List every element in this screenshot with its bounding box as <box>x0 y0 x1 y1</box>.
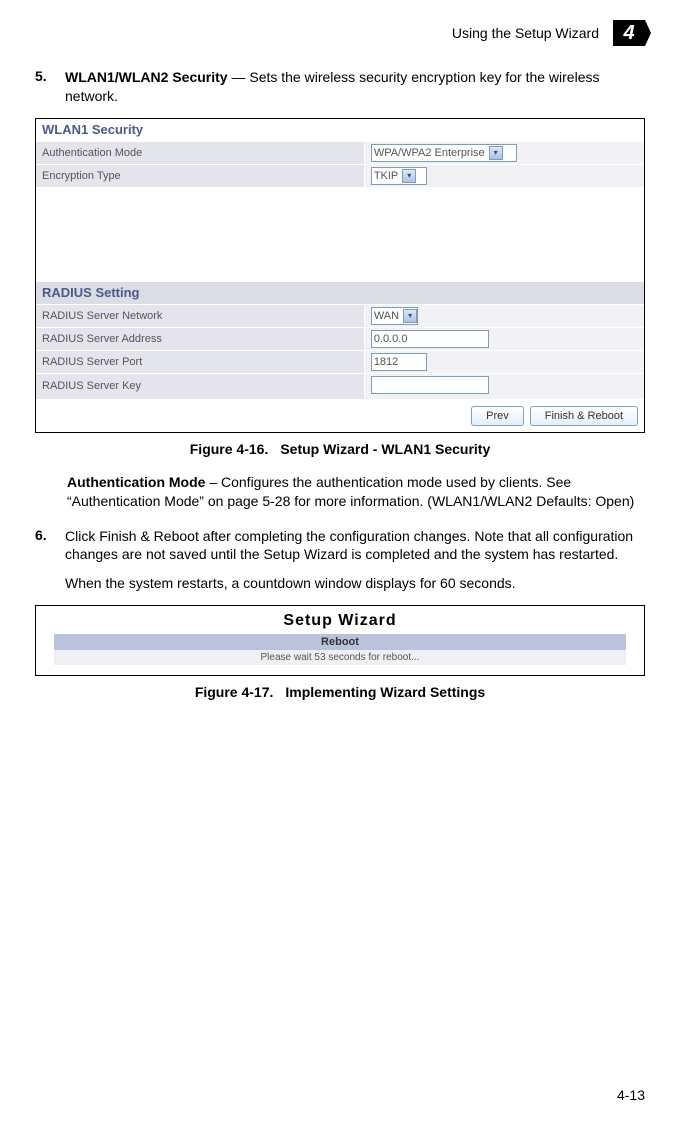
form-value-cell: TKIP▾ <box>364 164 644 187</box>
table-row: RADIUS Server Address 0.0.0.0 <box>36 327 644 350</box>
figure-4-17-caption: Figure 4-17.Implementing Wizard Settings <box>35 684 645 700</box>
form-label: Authentication Mode <box>36 141 364 164</box>
table-row: Authentication Mode WPA/WPA2 Enterprise▾ <box>36 141 644 164</box>
table-row: RADIUS Server Network WAN▾ <box>36 304 644 327</box>
form-label: RADIUS Server Key <box>36 373 364 399</box>
form-value-cell: WPA/WPA2 Enterprise▾ <box>364 141 644 164</box>
step-5: 5. WLAN1/WLAN2 Security — Sets the wirel… <box>35 68 645 106</box>
reboot-setup-wizard-title: Setup Wizard <box>54 612 626 630</box>
text-input[interactable] <box>371 376 489 394</box>
auth-mode-note: Authentication Mode – Configures the aut… <box>67 473 645 511</box>
step-6-para2: When the system restarts, a countdown wi… <box>65 574 645 593</box>
step-5-number: 5. <box>35 68 53 106</box>
radius-setting-title: RADIUS Setting <box>36 282 644 304</box>
wlan1-security-title: WLAN1 Security <box>36 119 644 141</box>
step-6: 6. Click Finish & Reboot after completin… <box>35 527 645 594</box>
form-value-cell: 0.0.0.0 <box>364 327 644 350</box>
figure-4-16-caption: Figure 4-16.Setup Wizard - WLAN1 Securit… <box>35 441 645 457</box>
header-section-title: Using the Setup Wizard <box>452 25 599 41</box>
form-value-cell: WAN▾ <box>364 304 644 327</box>
reboot-screenshot: Setup Wizard Reboot Please wait 53 secon… <box>35 605 645 676</box>
text-input[interactable]: 0.0.0.0 <box>371 330 489 348</box>
text-input[interactable]: 1812 <box>371 353 427 371</box>
form-label: Encryption Type <box>36 164 364 187</box>
form-value-cell <box>364 373 644 399</box>
step-6-number: 6. <box>35 527 53 594</box>
table-row: RADIUS Server Port 1812 <box>36 350 644 373</box>
prev-button[interactable]: Prev <box>471 406 524 426</box>
chevron-down-icon: ▾ <box>489 146 503 160</box>
page-number: 4-13 <box>617 1087 645 1103</box>
table-row: RADIUS Server Key <box>36 373 644 399</box>
chevron-down-icon: ▾ <box>403 309 417 323</box>
form-label: RADIUS Server Network <box>36 304 364 327</box>
select-input[interactable]: WAN▾ <box>371 307 418 325</box>
chevron-down-icon: ▾ <box>402 169 416 183</box>
reboot-bar: Reboot <box>54 634 626 650</box>
form-label: RADIUS Server Port <box>36 350 364 373</box>
select-input[interactable]: WPA/WPA2 Enterprise▾ <box>371 144 517 162</box>
reboot-message: Please wait 53 seconds for reboot... <box>54 650 626 665</box>
step-5-lead: WLAN1/WLAN2 Security <box>65 69 228 85</box>
finish-reboot-button[interactable]: Finish & Reboot <box>530 406 638 426</box>
form-value-cell: 1812 <box>364 350 644 373</box>
form-label: RADIUS Server Address <box>36 327 364 350</box>
wlan-security-screenshot: WLAN1 Security Authentication Mode WPA/WP… <box>35 118 645 433</box>
step-6-para1: Click Finish & Reboot after completing t… <box>65 527 645 565</box>
select-input[interactable]: TKIP▾ <box>371 167 427 185</box>
table-row: Encryption Type TKIP▾ <box>36 164 644 187</box>
chapter-number-box: 4 <box>613 20 645 46</box>
